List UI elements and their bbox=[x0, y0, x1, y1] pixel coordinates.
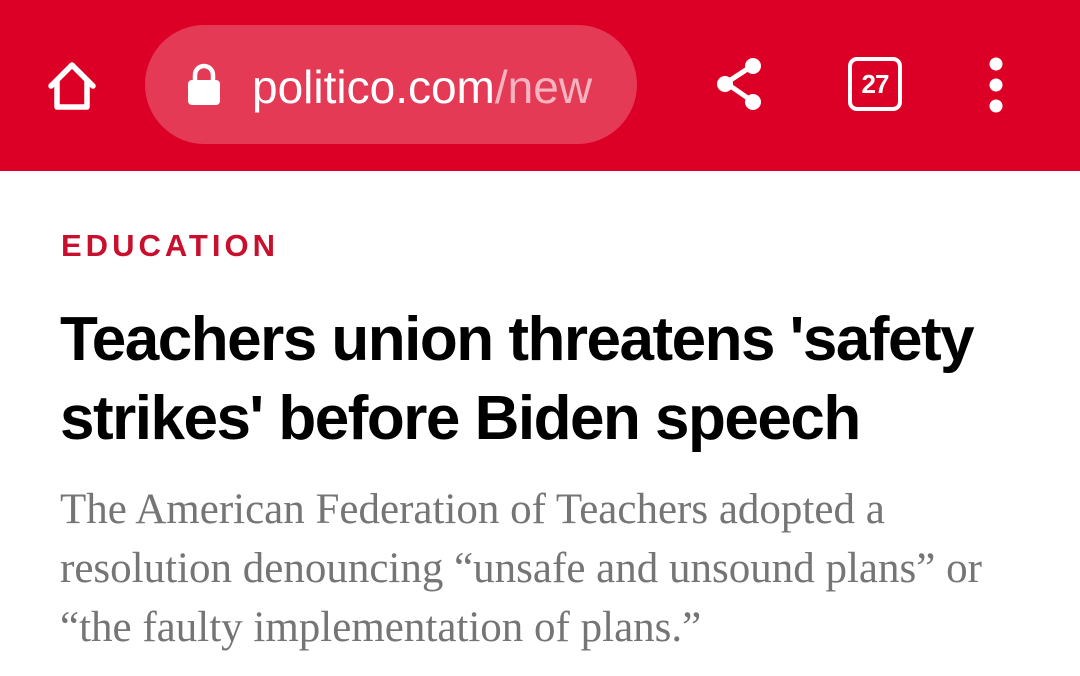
url-domain: politico.com bbox=[252, 61, 495, 113]
article-headline[interactable]: Teachers union threatens 'safety strikes… bbox=[60, 300, 1050, 458]
home-button[interactable] bbox=[40, 54, 104, 118]
tab-switcher-button[interactable]: 27 bbox=[848, 57, 902, 111]
menu-button[interactable] bbox=[978, 56, 1014, 116]
lock-icon bbox=[188, 63, 220, 105]
url-path: /new bbox=[494, 61, 593, 113]
home-icon bbox=[48, 62, 96, 110]
share-icon bbox=[717, 58, 761, 110]
article-dek: The American Federation of Teachers adop… bbox=[60, 486, 982, 651]
browser-toolbar: politico.com/new 27 bbox=[0, 0, 1080, 171]
url-text[interactable]: politico.com/new bbox=[252, 54, 612, 120]
tab-count: 27 bbox=[861, 68, 890, 99]
article-category[interactable]: EDUCATION bbox=[61, 228, 279, 264]
more-vert-icon bbox=[989, 57, 1003, 113]
share-button[interactable] bbox=[712, 56, 768, 112]
